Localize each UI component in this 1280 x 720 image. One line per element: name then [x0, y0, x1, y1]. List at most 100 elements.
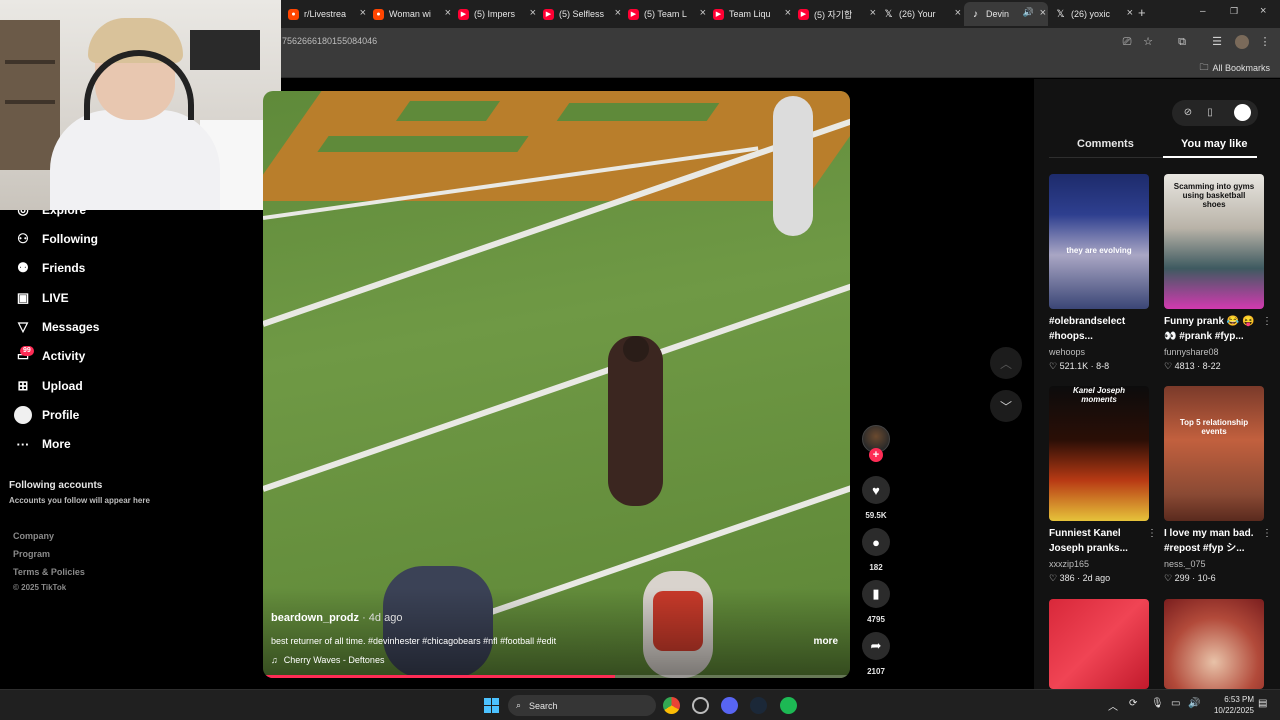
card-author[interactable]: xxxzip165	[1049, 559, 1089, 569]
card-menu-icon[interactable]: ⋮	[1262, 316, 1272, 327]
minimize-icon[interactable]: –	[1200, 6, 1206, 17]
microphone-icon[interactable]: 🎙	[1151, 698, 1164, 709]
video-thumbnail[interactable]	[1049, 599, 1149, 689]
browser-tab[interactable]: ▶ (5) Impers ×	[458, 4, 536, 24]
discord-icon[interactable]	[721, 697, 738, 714]
sidebar-item-following[interactable]: ⚇ Following	[14, 228, 98, 250]
card-title: #olebrandselect #hoops...	[1049, 316, 1126, 342]
browser-tab[interactable]: 𝕏 (26) yoxic ×	[1055, 4, 1133, 24]
cast-icon[interactable]: ⎚	[1120, 35, 1134, 49]
card-author[interactable]: funnyshare08	[1164, 347, 1219, 357]
device-icon[interactable]: ▯	[1203, 106, 1217, 120]
close-icon[interactable]: ×	[615, 7, 621, 19]
browser-tab[interactable]: ▶ (5) Selfless ×	[543, 4, 621, 24]
video-thumbnail[interactable]: Scamming into gyms using basketball shoe…	[1164, 174, 1264, 309]
steam-icon[interactable]	[750, 697, 767, 714]
sidebar-item-more[interactable]: ··· More	[14, 433, 71, 455]
obs-icon[interactable]	[692, 697, 709, 714]
youtube-icon: ▶	[458, 8, 469, 20]
browser-tab[interactable]: ▶ (5) 자기합 ×	[798, 4, 876, 24]
close-icon[interactable]: ×	[785, 7, 791, 19]
close-icon[interactable]: ×	[445, 7, 451, 19]
sidebar-item-profile[interactable]: Profile	[14, 404, 79, 426]
browser-tab[interactable]: ▶ (5) Team L ×	[628, 4, 706, 24]
url-text[interactable]: 7562666180155084046	[282, 36, 377, 46]
caption-more-button[interactable]: more	[814, 636, 838, 647]
heart-icon: ♥	[872, 482, 880, 498]
all-bookmarks-button[interactable]: 🗀 All Bookmarks	[1199, 60, 1270, 76]
video-thumbnail[interactable]: they are evolving	[1049, 174, 1149, 309]
network-icon[interactable]: ▭	[1171, 698, 1180, 709]
browser-tab[interactable]: ● Woman wi ×	[373, 4, 451, 24]
card-menu-icon[interactable]: ⋮	[1147, 528, 1157, 539]
media-controls-icon[interactable]: ☰	[1210, 35, 1224, 49]
volume-icon[interactable]: 🔊	[1188, 698, 1200, 709]
card-author[interactable]: ness._075	[1164, 559, 1206, 569]
taskbar-clock[interactable]: 6:53 PM 10/22/2025	[1206, 694, 1254, 716]
follow-plus-icon[interactable]: +	[869, 448, 883, 462]
sidebar-item-messages[interactable]: ▽ Messages	[14, 316, 99, 338]
window-close-icon[interactable]: ×	[1260, 5, 1266, 17]
previous-video-button[interactable]: ︿	[990, 347, 1022, 379]
folder-icon: 🗀	[1199, 62, 1209, 72]
autoscroll-icon[interactable]: ⊘	[1181, 106, 1195, 120]
card-stats: ♡ 521.1K · 8-8	[1049, 361, 1110, 371]
footer-link-company[interactable]: Company	[13, 531, 54, 541]
footer-link-program[interactable]: Program	[13, 549, 50, 559]
card-stats: ♡ 386 · 2d ago	[1049, 573, 1111, 583]
card-author[interactable]: wehoops	[1049, 347, 1085, 357]
tiktok-icon: ♪	[973, 8, 978, 20]
close-icon[interactable]: ×	[700, 7, 706, 19]
spotify-icon[interactable]	[780, 697, 797, 714]
windows-start-icon[interactable]	[484, 698, 499, 713]
video-thumbnail[interactable]: Top 5 relationship events	[1164, 386, 1264, 521]
close-icon[interactable]: ×	[360, 7, 366, 19]
chrome-icon[interactable]	[663, 697, 680, 714]
card-menu-icon[interactable]: ⋮	[1262, 528, 1272, 539]
video-author[interactable]: beardown_prodz · 4d ago	[271, 612, 402, 624]
video-thumbnail[interactable]: Kanel Joseph moments	[1049, 386, 1149, 521]
browser-tab[interactable]: ● r/Livestrea ×	[288, 4, 366, 24]
speaker-icon[interactable]: 🔊	[1023, 7, 1034, 18]
close-icon[interactable]: ×	[530, 7, 536, 19]
tray-chevron-icon[interactable]: ︿	[1108, 698, 1118, 713]
sidebar-item-friends[interactable]: ⚉ Friends	[14, 257, 85, 279]
next-video-button[interactable]: ﹀	[990, 390, 1022, 422]
close-icon[interactable]: ×	[1040, 7, 1046, 19]
taskbar-search[interactable]: ⌕ Search	[508, 695, 656, 716]
sidebar-item-label: More	[42, 437, 71, 451]
browser-tab[interactable]: 𝕏 (26) Your ×	[883, 4, 961, 24]
footer-link-terms[interactable]: Terms & Policies	[13, 567, 85, 577]
sidebar-item-upload[interactable]: ⊞ Upload	[14, 375, 83, 397]
notification-icon[interactable]: ▤	[1258, 698, 1267, 709]
address-bar[interactable]: 7562666180155084046 ⎚ ☆ ⧉ ☰ ⋮	[280, 28, 1280, 56]
share-button[interactable]: ➦	[862, 632, 890, 660]
tab-you-may-like[interactable]: You may like	[1181, 138, 1247, 150]
sidebar-item-live[interactable]: ▣ LIVE	[14, 287, 69, 309]
close-icon[interactable]: ×	[1127, 7, 1133, 19]
browser-tab-active[interactable]: ♪ Devin 🔊 ×	[964, 2, 1048, 26]
active-tab-indicator	[1163, 156, 1257, 158]
browser-tab[interactable]: ▶ Team Liqu ×	[713, 4, 791, 24]
extensions-icon[interactable]: ⧉	[1175, 35, 1189, 49]
video-player[interactable]: beardown_prodz · 4d ago best returner of…	[263, 91, 850, 678]
profile-avatar-icon[interactable]	[1235, 35, 1249, 49]
new-tab-icon[interactable]: +	[1138, 5, 1146, 20]
maximize-icon[interactable]: ❐	[1230, 6, 1238, 17]
card-title: Funniest Kanel Joseph pranks...	[1049, 528, 1128, 554]
video-music[interactable]: ♫ Cherry Waves - Deftones	[271, 655, 384, 665]
like-button[interactable]: ♥	[862, 476, 890, 504]
reddit-icon: ●	[288, 8, 299, 20]
friends-icon: ⚉	[17, 260, 29, 275]
tab-comments[interactable]: Comments	[1077, 138, 1134, 150]
tray-sync-icon[interactable]: ⟳	[1129, 698, 1137, 709]
close-icon[interactable]: ×	[955, 7, 961, 19]
comment-button[interactable]: ●	[862, 528, 890, 556]
youtube-icon: ▶	[543, 8, 554, 20]
menu-dots-icon[interactable]: ⋮	[1258, 35, 1272, 49]
video-thumbnail[interactable]	[1164, 599, 1264, 689]
bookmark-star-icon[interactable]: ☆	[1141, 35, 1155, 49]
panel-toggle[interactable]	[1234, 104, 1251, 121]
close-icon[interactable]: ×	[870, 7, 876, 19]
save-button[interactable]: ▮	[862, 580, 890, 608]
